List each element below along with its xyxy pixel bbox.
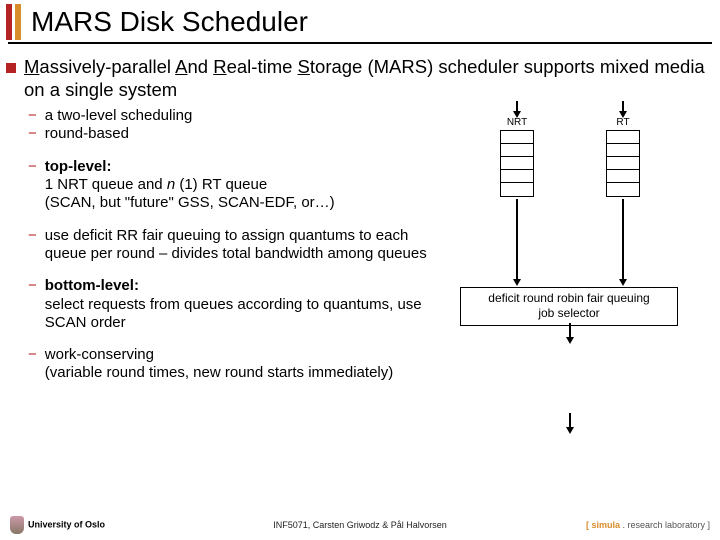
dash-icon: − [28,346,37,383]
queue-rt: RT [606,107,640,197]
bullet-item: − work-conserving (variable round times,… [28,346,430,383]
dash-icon: − [28,227,37,264]
queue-label: RT [606,117,640,128]
content-row: − a two-level scheduling − round-based −… [0,107,720,397]
bullets-column: − a two-level scheduling − round-based −… [0,107,430,397]
queue-cells [606,130,640,197]
footer-simula: [ simula . research laboratory ] [540,520,710,530]
intro-text: Massively-parallel And Real-time Storage… [24,56,714,101]
dash-icon: − [28,277,37,332]
queue-nrt: NRT [500,107,534,197]
queue-label: NRT [500,117,534,128]
bullet-item: − bottom-level: select requests from que… [28,277,430,332]
dash-icon: − [28,158,37,213]
dash-icon: − [28,107,37,125]
title-accent [6,4,21,40]
footer-course: INF5071, Carsten Griwodz & Pål Halvorsen [180,520,540,530]
selector-box: deficit round robin fair queuing job sel… [460,287,678,326]
footer-university: University of Oslo [10,516,180,534]
footer: University of Oslo INF5071, Carsten Griw… [0,516,720,534]
title-underline [8,42,712,44]
bullet-item: − a two-level scheduling [28,107,430,125]
diagram: NRT RT deficit round robin fair queuing … [430,107,720,397]
crest-icon [10,516,24,534]
bullet-item: − round-based [28,125,430,143]
dash-icon: − [28,125,37,143]
title-bar: MARS Disk Scheduler [0,0,720,40]
intro-row: Massively-parallel And Real-time Storage… [0,56,720,101]
bullet-item: − use deficit RR fair queuing to assign … [28,227,430,264]
page-title: MARS Disk Scheduler [31,6,308,38]
bullet-square-icon [6,63,16,73]
queue-cells [500,130,534,197]
bullet-item: − top-level: 1 NRT queue and n (1) RT qu… [28,158,430,213]
